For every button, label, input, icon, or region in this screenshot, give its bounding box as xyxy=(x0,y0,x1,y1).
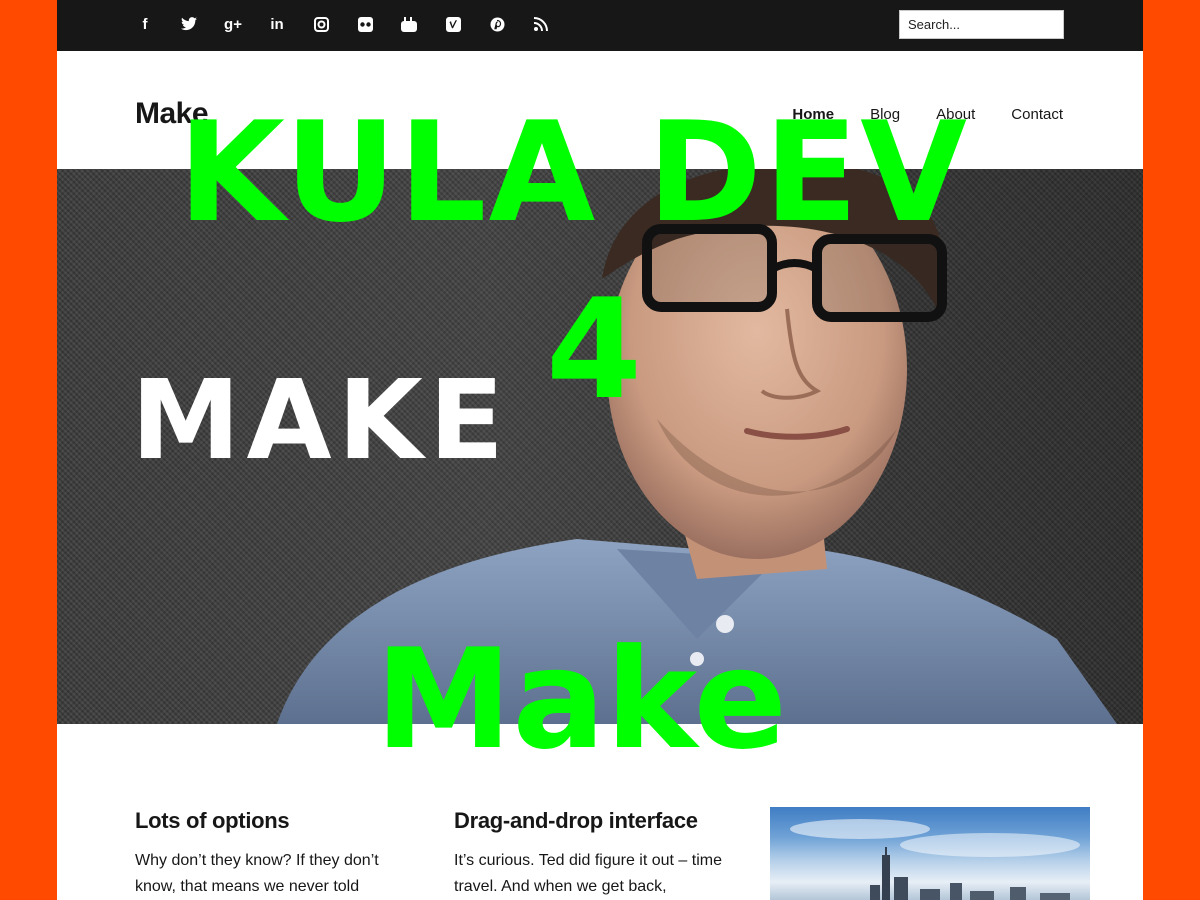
skyline-illustration xyxy=(790,819,1080,900)
overlay-make-green: Make xyxy=(375,619,788,780)
rss-icon[interactable] xyxy=(529,14,553,36)
google-plus-icon[interactable]: g+ xyxy=(221,14,245,36)
top-bar: f g+ in xyxy=(57,0,1143,51)
feature-lots-of-options: Lots of options Why don’t they know? If … xyxy=(135,808,415,900)
linkedin-icon[interactable]: in xyxy=(265,14,289,36)
feature-title: Drag-and-drop interface xyxy=(454,808,698,833)
pinterest-icon[interactable] xyxy=(485,14,509,36)
feature-text: Why don’t they know? If they don’t know,… xyxy=(135,852,379,895)
overlay-kula-dev: KULA DEV xyxy=(178,92,969,253)
facebook-icon[interactable]: f xyxy=(133,14,157,36)
feature-drag-and-drop: Drag-and-drop interface It’s curious. Te… xyxy=(454,808,734,900)
vimeo-icon[interactable] xyxy=(441,14,465,36)
flickr-icon[interactable] xyxy=(353,14,377,36)
nav-contact[interactable]: Contact xyxy=(1011,106,1063,123)
youtube-icon[interactable] xyxy=(397,14,421,36)
overlay-four: 4 xyxy=(546,269,643,430)
city-skyline-image xyxy=(770,807,1090,900)
overlay-make-white: MAKE xyxy=(131,356,510,484)
social-links: f g+ in xyxy=(133,14,573,36)
search-input[interactable] xyxy=(899,10,1064,39)
feature-text: It’s curious. Ted did figure it out – ti… xyxy=(454,852,722,895)
feature-title: Lots of options xyxy=(135,808,290,833)
twitter-icon[interactable] xyxy=(177,14,201,36)
instagram-icon[interactable] xyxy=(309,14,333,36)
